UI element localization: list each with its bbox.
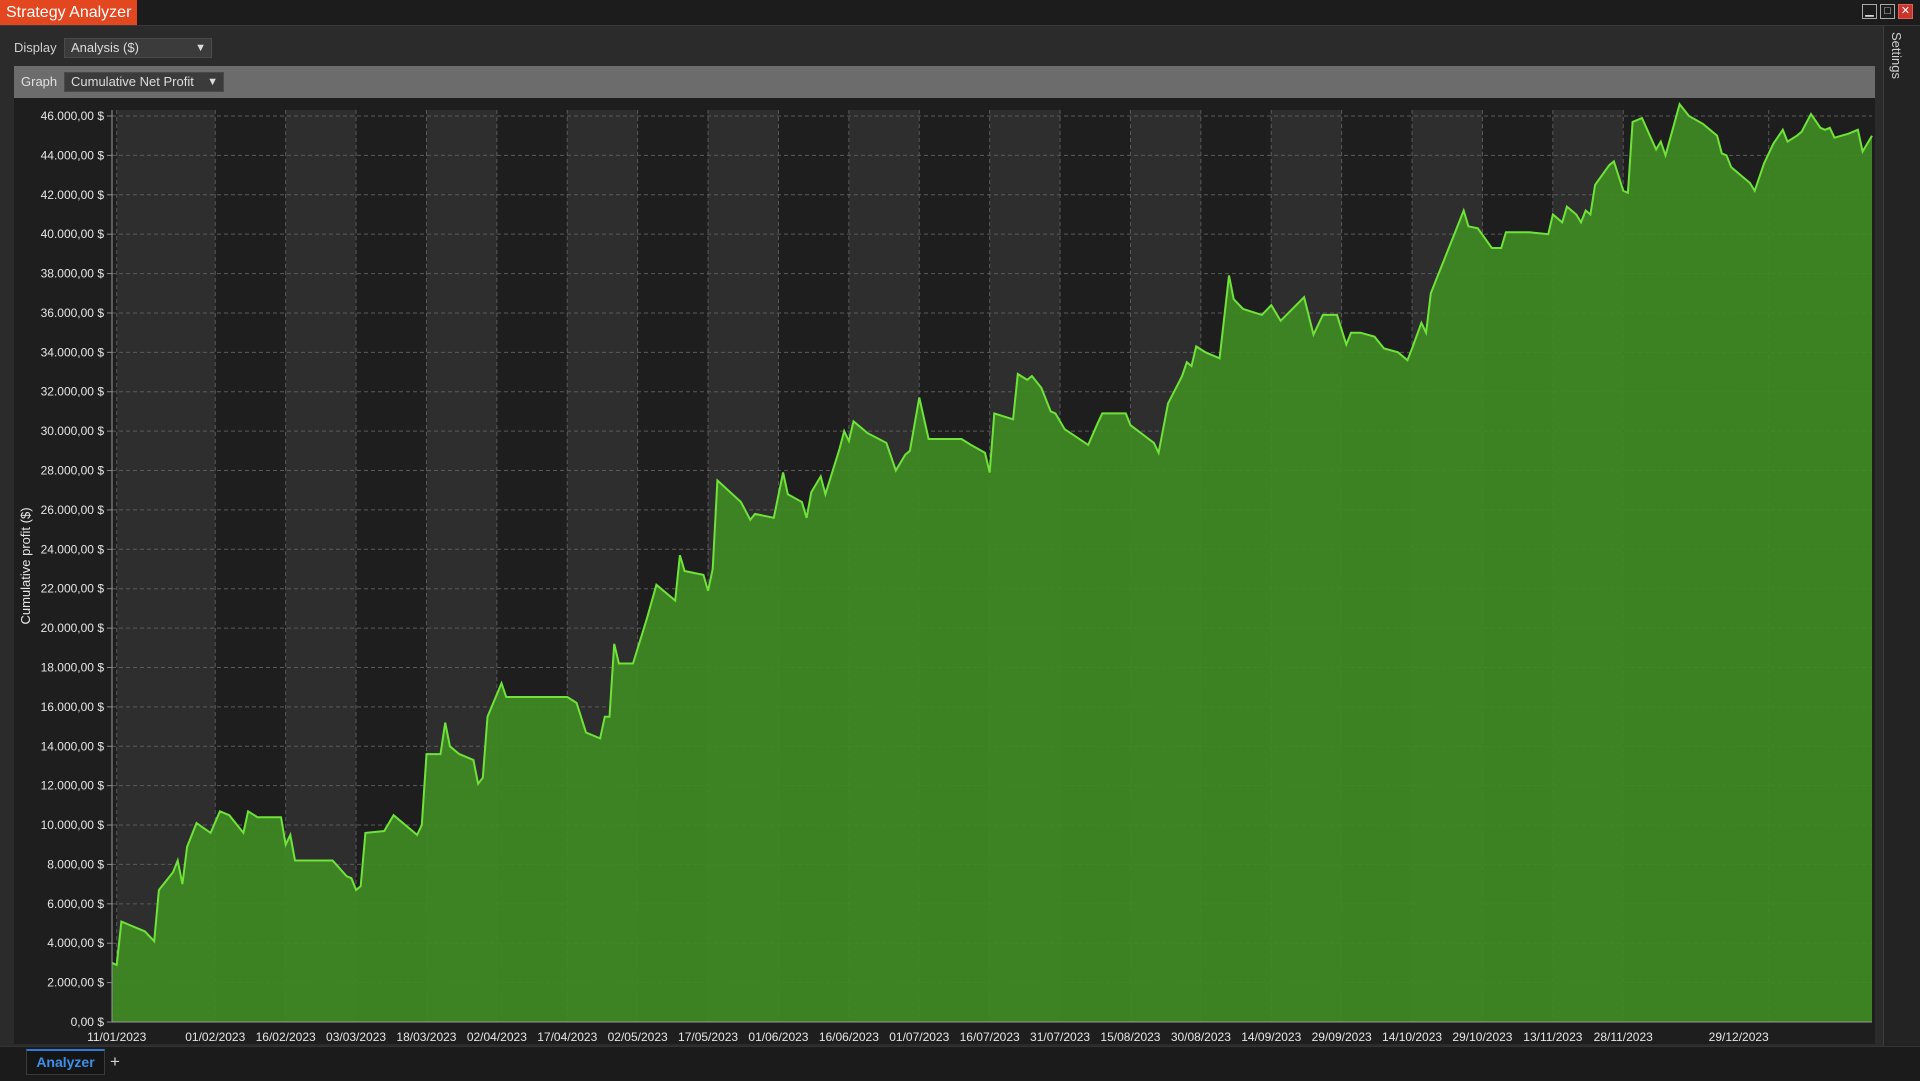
y-tick-label: 6.000,00 $ bbox=[47, 897, 104, 911]
y-tick-label: 4.000,00 $ bbox=[47, 936, 104, 950]
x-tick-label: 17/04/2023 bbox=[537, 1030, 597, 1044]
x-tick-label: 31/07/2023 bbox=[1030, 1030, 1090, 1044]
y-tick-label: 30.000,00 $ bbox=[41, 424, 105, 438]
x-tick-label: 15/08/2023 bbox=[1100, 1030, 1160, 1044]
y-tick-label: 32.000,00 $ bbox=[41, 385, 105, 399]
maximize-button[interactable]: □ bbox=[1880, 4, 1895, 19]
cumulative-profit-chart: 0,00 $ 2.000,00 $ 4.000,00 $ 6.000,00 $ 8.00… bbox=[18, 102, 1873, 1059]
tab-bar: Analyzer + bbox=[0, 1046, 1920, 1081]
y-tick-label: 34.000,00 $ bbox=[41, 345, 105, 359]
y-tick-label: 40.000,00 $ bbox=[41, 227, 105, 241]
close-button[interactable]: ✕ bbox=[1898, 4, 1913, 19]
y-tick-label: 46.000,00 $ bbox=[41, 109, 105, 123]
y-tick-label: 26.000,00 $ bbox=[41, 503, 105, 517]
x-tick-label: 16/02/2023 bbox=[256, 1030, 316, 1044]
x-tick-label: 28/11/2023 bbox=[1594, 1030, 1653, 1044]
graph-select-value: Cumulative Net Profit bbox=[71, 74, 194, 89]
x-tick-label: 01/02/2023 bbox=[185, 1030, 245, 1044]
x-tick-label: 02/05/2023 bbox=[608, 1030, 668, 1044]
y-tick-label: 42.000,00 $ bbox=[41, 188, 105, 202]
x-tick-label: 01/06/2023 bbox=[748, 1030, 808, 1044]
x-tick-label: 16/07/2023 bbox=[960, 1030, 1020, 1044]
tab-analyzer[interactable]: Analyzer bbox=[26, 1049, 105, 1075]
x-tick-label: 17/05/2023 bbox=[678, 1030, 738, 1044]
y-tick-label: 20.000,00 $ bbox=[41, 621, 105, 635]
y-tick-label: 22.000,00 $ bbox=[41, 582, 105, 596]
graph-select[interactable]: Cumulative Net Profit ▼ bbox=[64, 72, 224, 92]
display-select[interactable]: Analysis ($) ▼ bbox=[64, 38, 212, 58]
y-tick-label: 10.000,00 $ bbox=[41, 818, 105, 832]
y-tick-label: 14.000,00 $ bbox=[41, 739, 105, 753]
graph-toolbar: Graph Cumulative Net Profit ▼ bbox=[14, 66, 1875, 98]
title-bar: Strategy Analyzer ▁ □ ✕ bbox=[0, 0, 1920, 26]
y-tick-label: 36.000,00 $ bbox=[41, 306, 105, 320]
settings-sidebar[interactable]: Settings bbox=[1883, 26, 1920, 1046]
x-tick-label: 29/09/2023 bbox=[1312, 1030, 1372, 1044]
display-label: Display bbox=[14, 40, 57, 55]
x-tick-label: 14/09/2023 bbox=[1241, 1030, 1301, 1044]
x-tick-label: 03/03/2023 bbox=[326, 1030, 386, 1044]
x-tick-label: 14/10/2023 bbox=[1382, 1030, 1442, 1044]
y-tick-label: 12.000,00 $ bbox=[41, 779, 105, 793]
y-tick-label: 38.000,00 $ bbox=[41, 267, 105, 281]
x-tick-label: 16/06/2023 bbox=[819, 1030, 879, 1044]
y-tick-label: 16.000,00 $ bbox=[41, 700, 105, 714]
y-tick-label: 0,00 $ bbox=[71, 1015, 105, 1029]
y-tick-label: 2.000,00 $ bbox=[47, 976, 104, 990]
chart-panel: 0,00 $ 2.000,00 $ 4.000,00 $ 6.000,00 $ 8.00… bbox=[14, 98, 1875, 1059]
y-tick-label: 44.000,00 $ bbox=[41, 148, 105, 162]
y-axis-label: Cumulative profit ($) bbox=[18, 507, 33, 624]
y-tick-label: 28.000,00 $ bbox=[41, 464, 105, 478]
x-tick-label: 29/10/2023 bbox=[1452, 1030, 1512, 1044]
analyzer-panel: Display Analysis ($) ▼ Graph Cumulative … bbox=[0, 26, 1882, 1059]
window-title: Strategy Analyzer bbox=[0, 0, 138, 25]
y-tick-label: 24.000,00 $ bbox=[41, 542, 105, 556]
chevron-down-icon: ▼ bbox=[207, 76, 218, 88]
display-select-value: Analysis ($) bbox=[71, 40, 139, 55]
x-tick-label: 29/12/2023 bbox=[1709, 1030, 1769, 1044]
graph-label: Graph bbox=[21, 74, 58, 89]
x-tick-label: 01/07/2023 bbox=[889, 1030, 949, 1044]
x-tick-label: 13/11/2023 bbox=[1523, 1030, 1582, 1044]
add-tab-button[interactable]: + bbox=[110, 1052, 120, 1072]
x-tick-label: 11/01/2023 bbox=[87, 1030, 146, 1044]
y-tick-label: 18.000,00 $ bbox=[41, 660, 105, 674]
x-tick-label: 02/04/2023 bbox=[467, 1030, 527, 1044]
minimize-button[interactable]: ▁ bbox=[1862, 4, 1877, 19]
x-tick-label: 30/08/2023 bbox=[1171, 1030, 1231, 1044]
x-tick-label: 18/03/2023 bbox=[396, 1030, 456, 1044]
settings-tab[interactable]: Settings bbox=[1889, 32, 1904, 79]
chevron-down-icon: ▼ bbox=[195, 42, 206, 54]
y-tick-label: 8.000,00 $ bbox=[47, 857, 104, 871]
